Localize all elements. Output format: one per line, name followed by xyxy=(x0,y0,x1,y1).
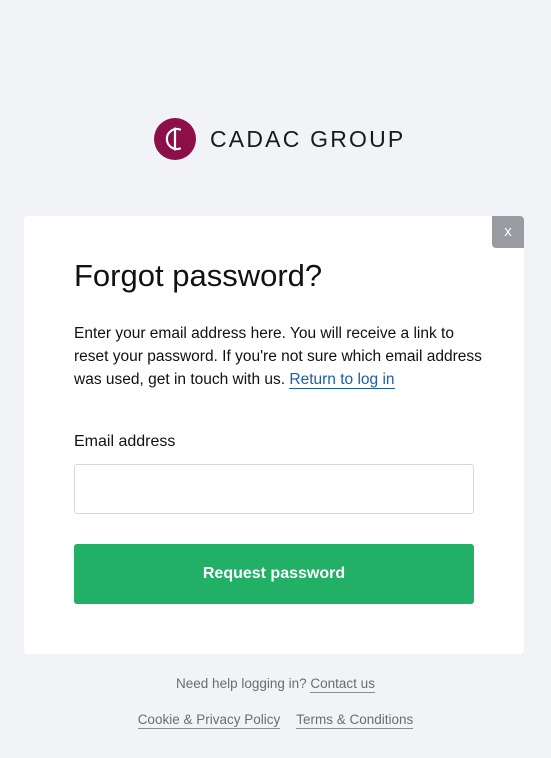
terms-conditions-link[interactable]: Terms & Conditions xyxy=(296,712,414,729)
close-button[interactable]: x xyxy=(492,216,524,248)
brand-logo: CADAC GROUP xyxy=(154,117,405,161)
help-text: Need help logging in? xyxy=(176,676,307,691)
request-password-button[interactable]: Request password xyxy=(74,544,474,604)
help-line: Need help logging in? Contact us xyxy=(0,676,551,693)
description-text: Enter your email address here. You will … xyxy=(74,325,482,388)
email-label: Email address xyxy=(74,433,176,450)
return-to-login-link[interactable]: Return to log in xyxy=(289,371,395,389)
contact-us-link[interactable]: Contact us xyxy=(310,676,375,693)
forgot-password-dialog: x Forgot password? Enter your email addr… xyxy=(24,216,524,654)
dialog-description: Enter your email address here. You will … xyxy=(74,322,484,391)
cadac-logo-icon xyxy=(154,118,196,160)
footer-links: Cookie & Privacy Policy Terms & Condition… xyxy=(0,712,551,729)
cookie-privacy-link[interactable]: Cookie & Privacy Policy xyxy=(137,712,281,729)
email-field[interactable] xyxy=(74,464,474,514)
brand-name: CADAC GROUP xyxy=(210,125,406,152)
page-title: Forgot password? xyxy=(74,258,323,293)
